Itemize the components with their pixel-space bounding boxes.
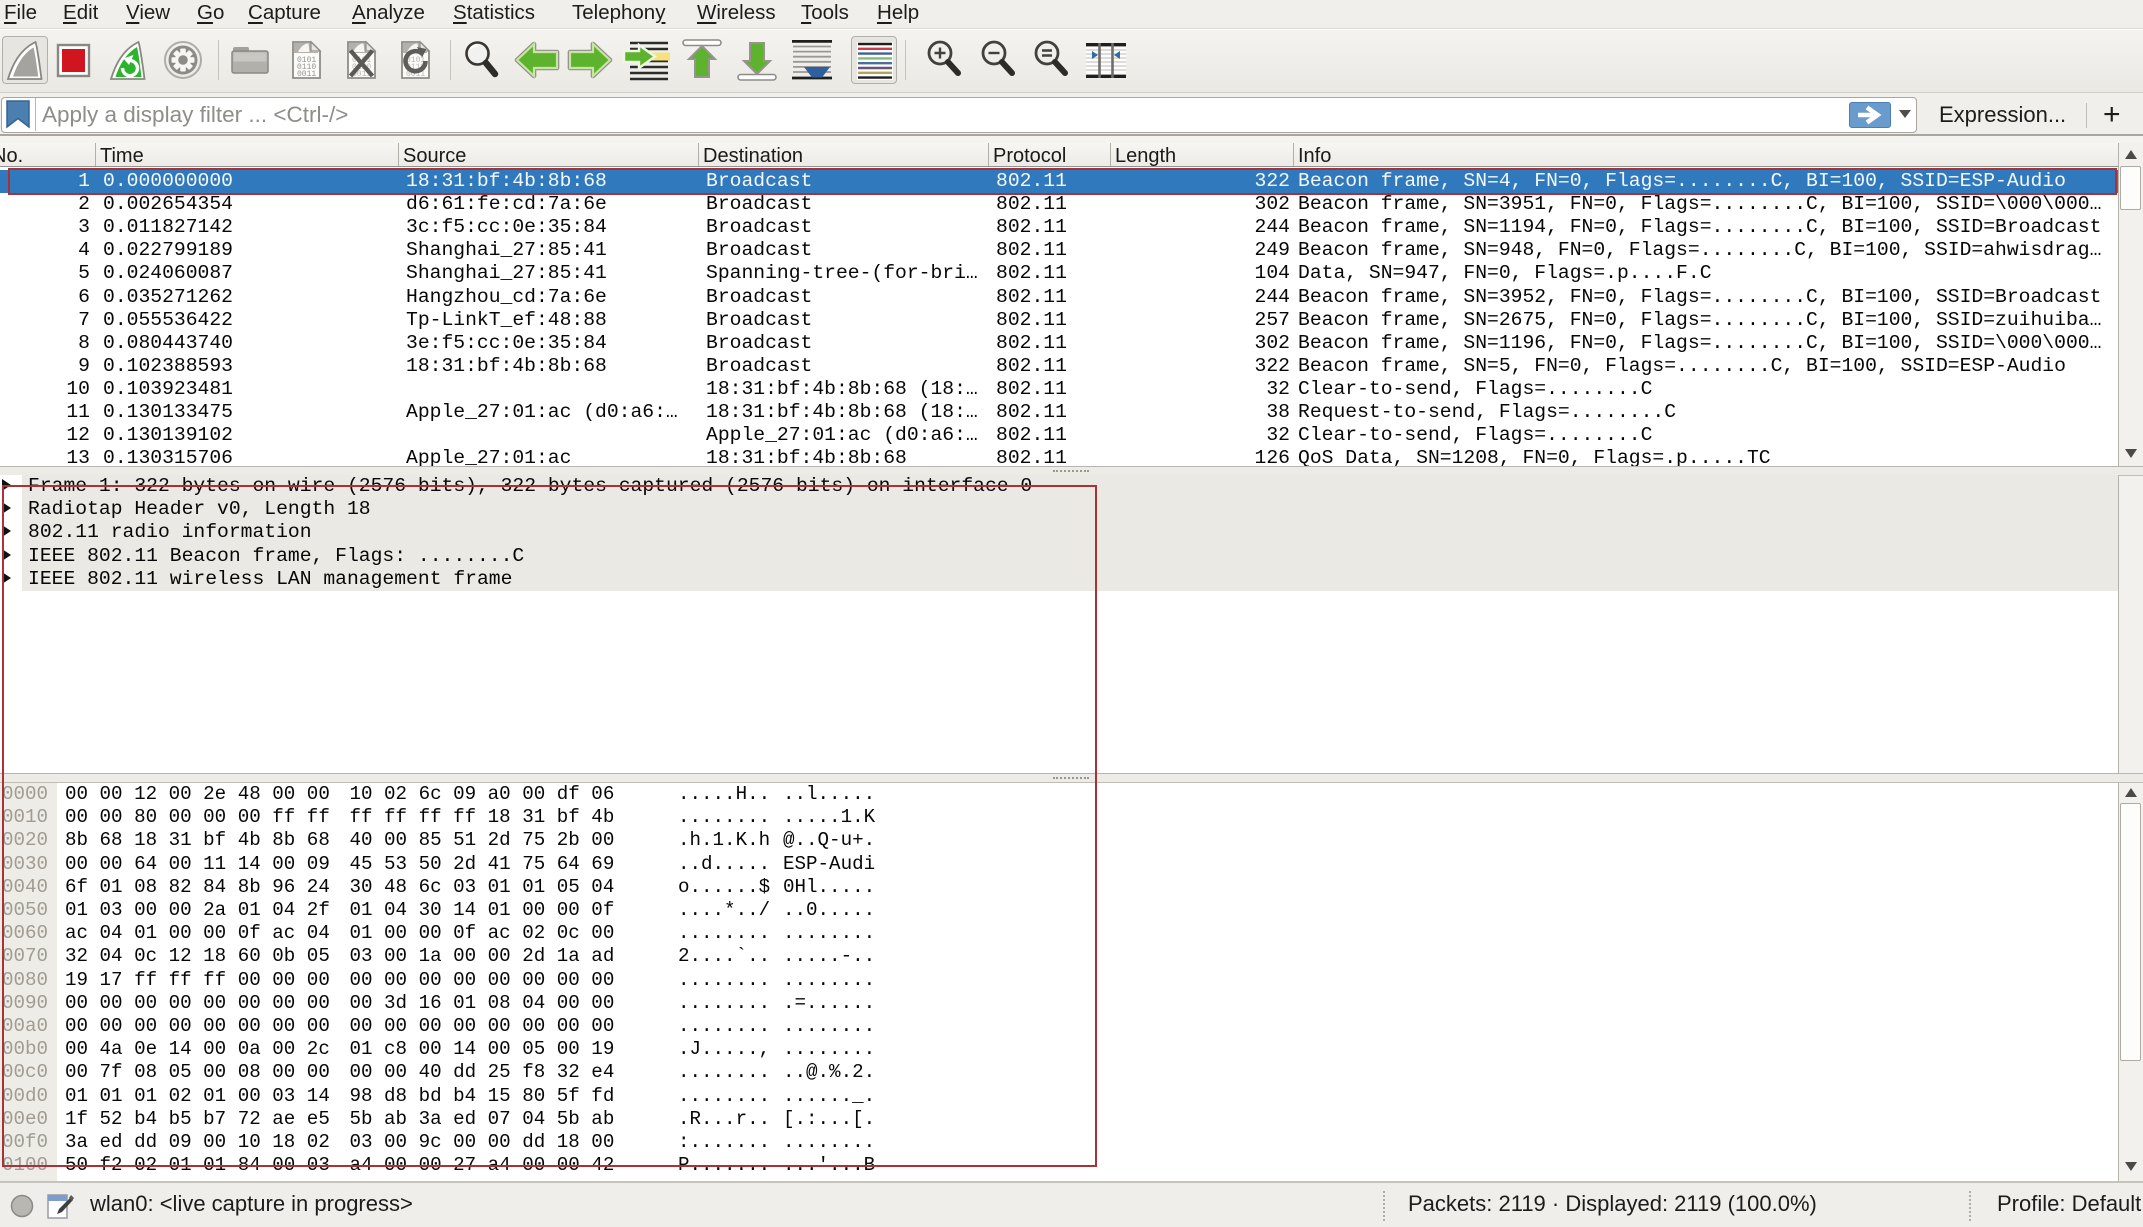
svg-text:0011: 0011 — [297, 70, 316, 79]
